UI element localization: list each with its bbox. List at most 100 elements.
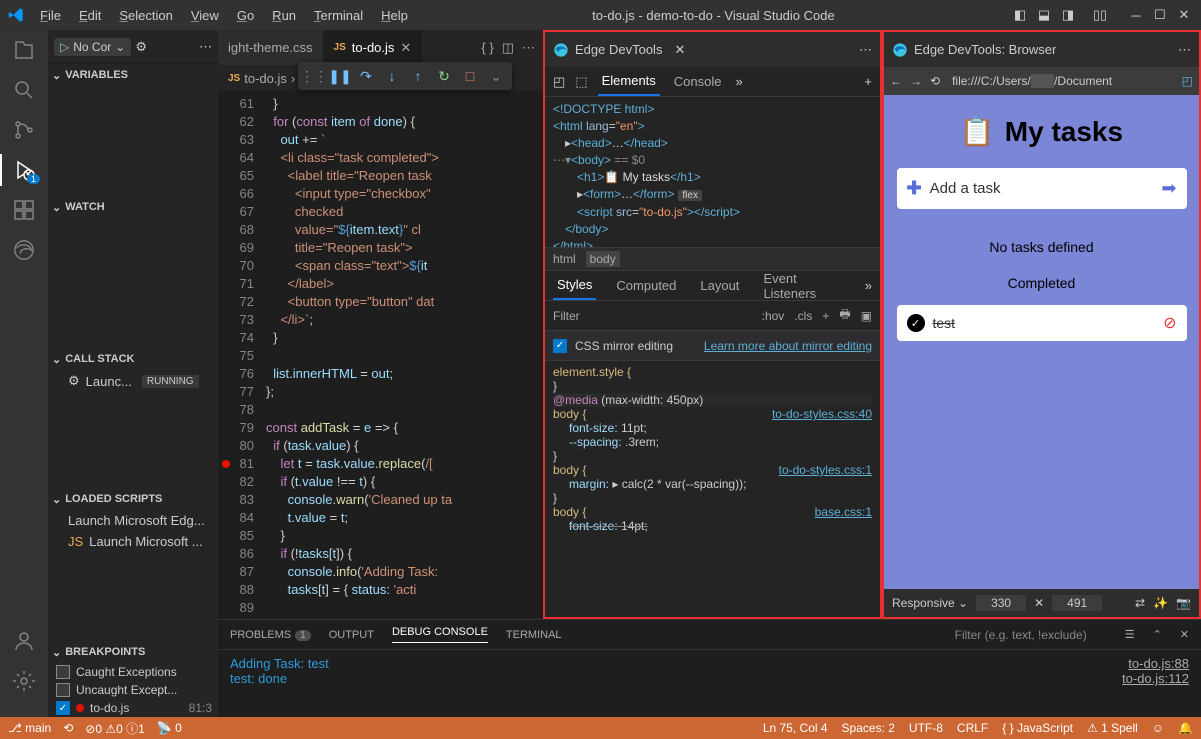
run-debug-icon[interactable]: 1	[12, 158, 36, 182]
add-task-form[interactable]: ✚ Add a task ➡	[897, 168, 1187, 209]
encoding-status[interactable]: UTF-8	[909, 721, 943, 735]
variables-section[interactable]: ⌄VARIABLES	[48, 64, 218, 86]
styles-tab[interactable]: Styles	[553, 271, 596, 300]
caught-exceptions-toggle[interactable]: Caught Exceptions	[48, 663, 218, 681]
cls-toggle[interactable]: .cls	[794, 309, 812, 323]
device-toggle-icon[interactable]: ⬚	[575, 74, 587, 90]
viewport-height[interactable]: 491	[1052, 595, 1102, 611]
expand-tabs-icon[interactable]: »	[736, 74, 743, 89]
gear-icon[interactable]: ⚙	[135, 39, 147, 55]
menu-edit[interactable]: Edit	[71, 4, 109, 27]
close-tab-icon[interactable]: ✕	[400, 40, 411, 56]
url-bar[interactable]: file:///C:/Users/ /Document	[948, 72, 1174, 90]
account-icon[interactable]	[12, 629, 36, 653]
explorer-icon[interactable]	[12, 38, 36, 62]
ports-status[interactable]: 📡 0	[157, 721, 182, 735]
source-control-icon[interactable]	[12, 118, 36, 142]
menu-help[interactable]: Help	[373, 4, 416, 27]
check-icon[interactable]: ✓	[907, 314, 925, 332]
console-filter[interactable]: Filter (e.g. text, !exclude)	[955, 628, 1087, 642]
menu-file[interactable]: File	[32, 4, 69, 27]
back-icon[interactable]: ←	[890, 74, 902, 88]
breakpoints-section[interactable]: ⌄BREAKPOINTS	[48, 641, 218, 663]
braces-icon[interactable]: { }	[481, 40, 493, 55]
stop-icon[interactable]: □	[458, 64, 482, 88]
loaded-script-item[interactable]: JSLaunch Microsoft ...	[48, 531, 218, 552]
browser-tab[interactable]: Edge DevTools: Browser	[892, 42, 1056, 58]
breakpoint-file-item[interactable]: ✓to-do.js81:3	[48, 699, 218, 717]
print-icon[interactable]: 🖶	[839, 305, 850, 326]
inspect-overlay-icon[interactable]: ◰	[1182, 74, 1193, 88]
code-editor[interactable]: } for (const item of done) { out += ` <l…	[266, 91, 543, 619]
style-filter-input[interactable]: Filter	[553, 309, 580, 323]
sync-icon[interactable]: ⟲	[63, 721, 73, 735]
terminal-tab[interactable]: TERMINAL	[506, 629, 562, 641]
mirror-learn-link[interactable]: Learn more about mirror editing	[704, 339, 872, 353]
new-tab-icon[interactable]: +	[864, 74, 872, 89]
problems-status[interactable]: ⊘0 ⚠0 ⓘ1	[85, 720, 145, 737]
viewport-width[interactable]: 330	[976, 595, 1026, 611]
magic-icon[interactable]: ✨	[1153, 596, 1168, 610]
elements-tab[interactable]: Elements	[598, 67, 660, 96]
step-out-icon[interactable]: ↑	[406, 64, 430, 88]
indentation-status[interactable]: Spaces: 2	[842, 721, 895, 735]
callstack-section[interactable]: ⌄CALL STACK	[48, 348, 218, 370]
problems-tab[interactable]: PROBLEMS1	[230, 629, 311, 641]
inspect-icon[interactable]: ◰	[553, 74, 565, 90]
hov-toggle[interactable]: :hov	[762, 309, 785, 323]
submit-icon[interactable]: ➡	[1161, 178, 1176, 199]
mirror-checkbox[interactable]: ✓	[553, 339, 567, 353]
expand-icon[interactable]: »	[865, 278, 872, 293]
spell-status[interactable]: ⚠ 1 Spell	[1087, 721, 1138, 735]
browser-viewport[interactable]: 📋 My tasks ✚ Add a task ➡ No tasks defin…	[884, 95, 1199, 589]
edge-icon[interactable]	[12, 238, 36, 262]
more-icon[interactable]: ⋯	[522, 40, 535, 56]
new-style-icon[interactable]: +	[822, 309, 829, 323]
more-icon[interactable]: ⋯	[859, 42, 872, 58]
layout-panel-bottom-icon[interactable]: ⬓	[1035, 6, 1053, 24]
maximize-panel-icon[interactable]: ⌃	[1153, 628, 1162, 641]
styles-pane[interactable]: element.style { } @media (max-width: 450…	[545, 361, 880, 617]
loaded-scripts-section[interactable]: ⌄LOADED SCRIPTS	[48, 488, 218, 510]
watch-section[interactable]: ⌄WATCH	[48, 196, 218, 218]
pause-icon[interactable]: ❚❚	[328, 64, 352, 88]
close-panel-icon[interactable]: ✕	[1180, 628, 1189, 641]
search-icon[interactable]	[12, 78, 36, 102]
close-icon[interactable]: ✕	[1175, 6, 1193, 24]
maximize-icon[interactable]: ☐	[1151, 6, 1169, 24]
menu-go[interactable]: Go	[229, 4, 262, 27]
screenshot-icon[interactable]: 📷	[1176, 596, 1191, 610]
delete-task-icon[interactable]: ⊘	[1163, 313, 1176, 333]
eol-status[interactable]: CRLF	[957, 721, 988, 735]
layout-tab[interactable]: Layout	[696, 272, 743, 299]
devtools-tab[interactable]: Edge DevTools ✕	[553, 42, 685, 58]
debug-console-tab[interactable]: DEBUG CONSOLE	[392, 626, 488, 643]
close-icon[interactable]: ✕	[674, 42, 685, 58]
layout-panel-left-icon[interactable]: ◧	[1011, 6, 1029, 24]
tab-theme-css[interactable]: ight-theme.css	[218, 30, 324, 65]
callstack-item[interactable]: ⚙ Launc... RUNNING	[48, 370, 218, 392]
layout-panel-right-icon[interactable]: ◨	[1059, 6, 1077, 24]
remote-indicator[interactable]: ⎇ main	[8, 721, 51, 735]
completed-task-item[interactable]: ✓ test ⊘	[897, 305, 1187, 341]
responsive-dropdown[interactable]: Responsive ⌄	[892, 596, 968, 610]
uncaught-exceptions-toggle[interactable]: Uncaught Except...	[48, 681, 218, 699]
dom-tree[interactable]: <!DOCTYPE html> <html lang="en"> ▸<head>…	[545, 97, 880, 247]
start-debug-button[interactable]: ▷ No Cor ⌄	[54, 38, 131, 56]
minimize-icon[interactable]: ─	[1127, 6, 1145, 24]
more-icon[interactable]: ⋯	[1178, 42, 1191, 58]
console-tab[interactable]: Console	[670, 68, 726, 95]
rotate-icon[interactable]: ⇄	[1135, 596, 1145, 610]
forward-icon[interactable]: →	[910, 74, 922, 88]
feedback-icon[interactable]: ☺	[1152, 721, 1164, 735]
output-tab[interactable]: OUTPUT	[329, 629, 374, 641]
notifications-icon[interactable]: 🔔	[1178, 721, 1193, 735]
box-icon[interactable]: ▣	[861, 309, 872, 323]
reload-icon[interactable]: ⟲	[930, 74, 940, 88]
overflow-icon[interactable]: ⋯	[199, 39, 212, 55]
menu-view[interactable]: View	[183, 4, 227, 27]
loaded-script-item[interactable]: Launch Microsoft Edg...	[48, 510, 218, 531]
menu-selection[interactable]: Selection	[111, 4, 180, 27]
line-gutter[interactable]: 6162636465666768697071727374757677787980…	[218, 91, 266, 619]
menu-run[interactable]: Run	[264, 4, 304, 27]
